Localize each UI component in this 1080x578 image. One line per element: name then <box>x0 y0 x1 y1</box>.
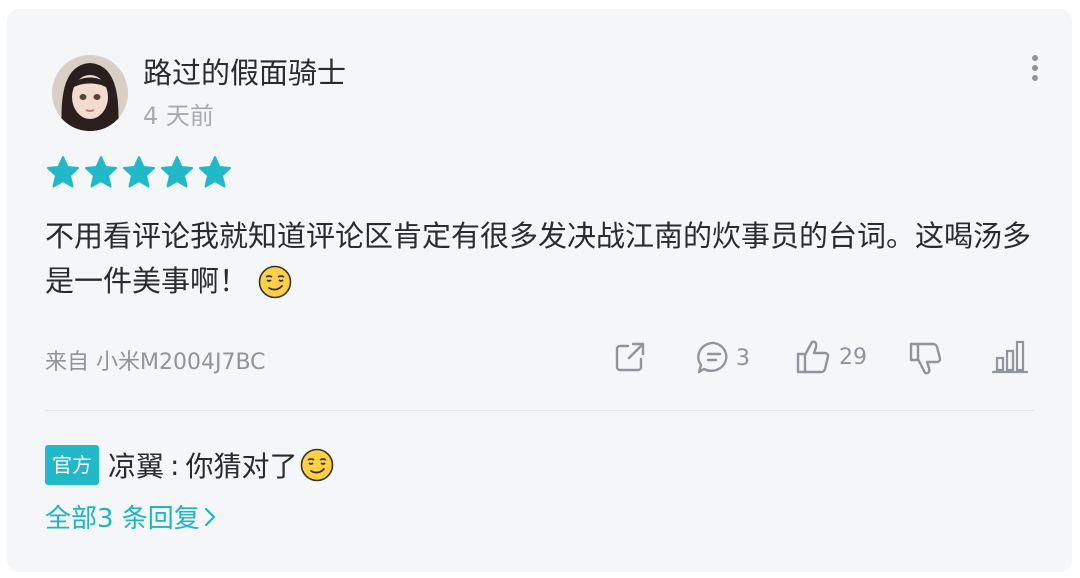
more-vertical-icon <box>1032 55 1038 81</box>
review-content: 不用看评论我就知道评论区肯定有很多发决战江南的炊事员的台词。这喝汤多是一件美事啊… <box>45 214 1035 304</box>
user-avatar[interactable] <box>52 55 128 131</box>
view-all-replies-label: 全部3 条回复 <box>45 504 200 534</box>
like-count: 29 <box>839 344 867 370</box>
review-text: 不用看评论我就知道评论区肯定有很多发决战江南的炊事员的台词。这喝汤多是一件美事啊… <box>45 219 1032 298</box>
comment-icon <box>697 341 728 374</box>
star-rating <box>46 155 232 189</box>
smirk-emoji-icon <box>301 448 334 482</box>
share-button[interactable] <box>613 340 647 374</box>
reply-text: 你猜对了 <box>185 450 298 483</box>
divider <box>45 410 1034 411</box>
star-icon <box>47 156 79 188</box>
star-icon <box>161 156 193 188</box>
more-options-button[interactable] <box>1021 50 1049 86</box>
like-button[interactable]: 29 <box>795 338 867 376</box>
rank-button[interactable] <box>991 338 1029 376</box>
bar-chart-icon <box>991 340 1029 374</box>
reply-separator: : <box>170 448 180 482</box>
post-time: 4 天前 <box>143 102 214 130</box>
view-all-replies-link[interactable]: 全部3 条回复 <box>45 498 218 535</box>
smirk-emoji-icon <box>258 265 292 299</box>
star-icon <box>85 156 117 188</box>
reply-item[interactable]: 官方 凉翼 : 你猜对了 <box>45 445 334 485</box>
dislike-button[interactable] <box>908 340 944 378</box>
thumbs-down-icon <box>909 342 942 375</box>
comment-count: 3 <box>736 345 750 371</box>
comment-button[interactable]: 3 <box>696 340 750 376</box>
review-card: 路过的假面骑士 4 天前 不用看评论我就知道评论区肯定有很多发决战江南的炊事员的… <box>7 9 1072 572</box>
username[interactable]: 路过的假面骑士 <box>143 50 346 92</box>
device-source: 来自 小米M2004J7BC <box>45 350 266 375</box>
thumbs-up-icon <box>796 340 830 374</box>
star-icon <box>123 156 155 188</box>
star-icon <box>199 156 231 188</box>
official-badge: 官方 <box>45 445 99 485</box>
share-icon <box>615 342 645 372</box>
reply-author[interactable]: 凉翼 <box>108 445 164 485</box>
chevron-right-icon <box>204 507 215 526</box>
